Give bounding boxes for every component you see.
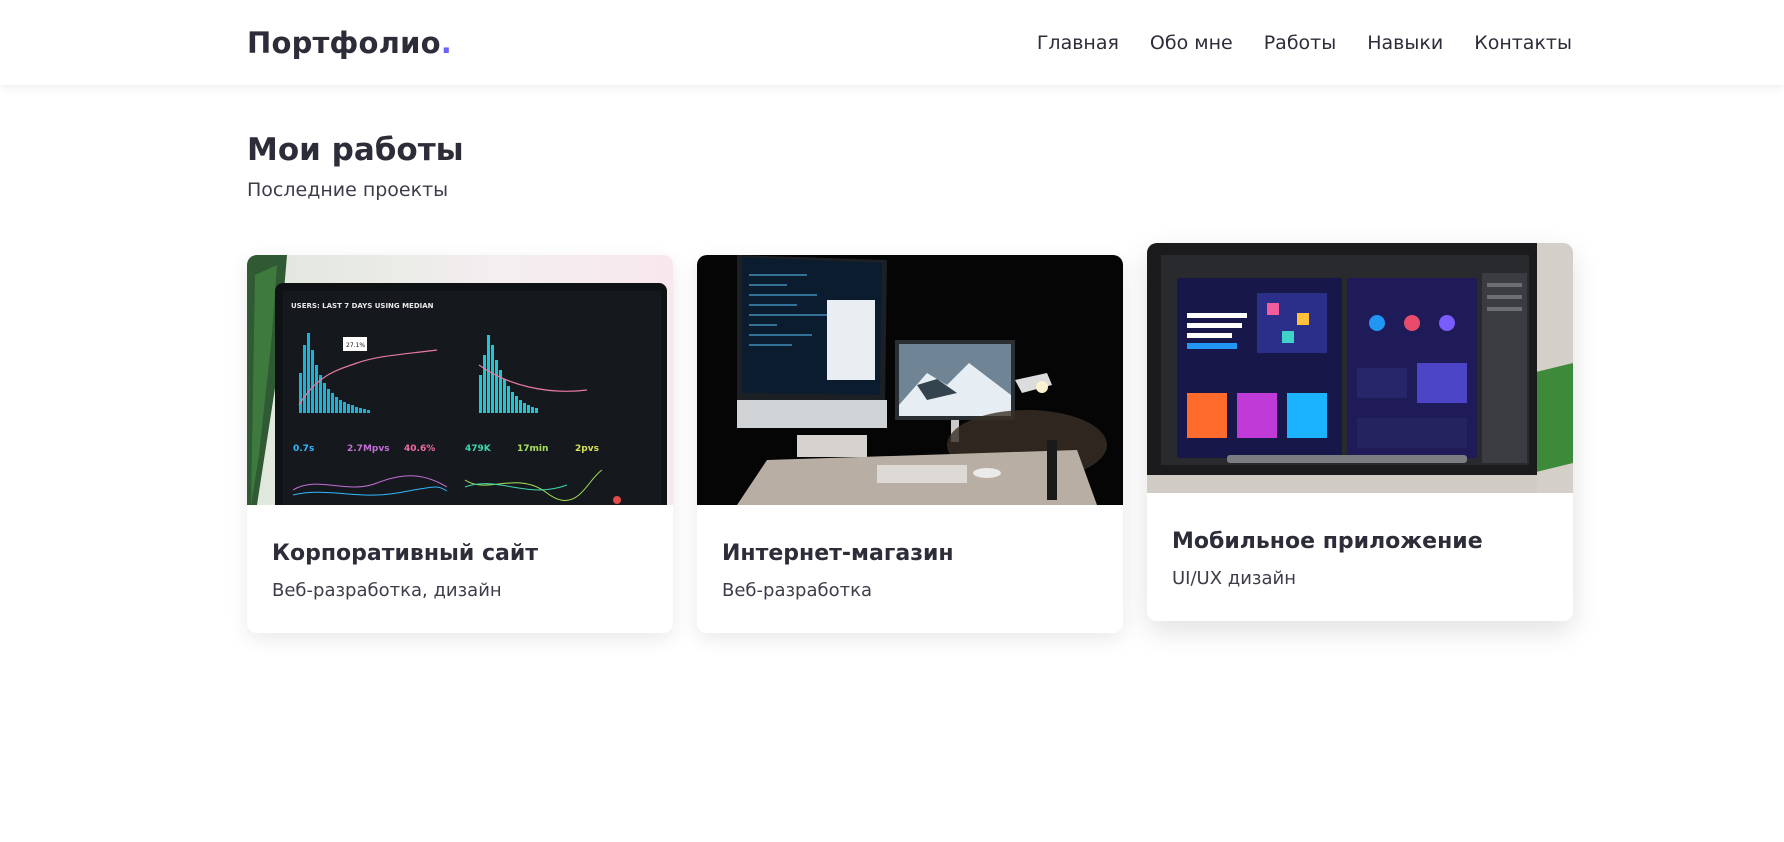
svg-text:40.6%: 40.6% — [404, 444, 435, 454]
project-image-analytics: USERS: LAST 7 DAYS USING MEDIAN 27.1% 0.… — [247, 255, 673, 505]
site-header: Портфолио. Главная Обо мне Работы Навыки… — [0, 0, 1784, 85]
logo-dot: . — [440, 26, 452, 60]
nav-link-about[interactable]: Обо мне — [1150, 32, 1233, 54]
logo-text: Портфолио — [247, 26, 441, 60]
dashboard-heading: USERS: LAST 7 DAYS USING MEDIAN — [291, 302, 434, 310]
project-tags: Веб-разработка, дизайн — [272, 580, 502, 601]
svg-text:0.7s: 0.7s — [293, 444, 314, 454]
section-subtitle: Последние проекты — [247, 179, 449, 201]
card-body: Интернет-магазин Веб-разработка — [697, 505, 1123, 633]
project-tags: Веб-разработка — [722, 580, 873, 601]
card-body: Корпоративный сайт Веб-разработка, дизай… — [247, 505, 673, 633]
logo[interactable]: Портфолио. — [247, 26, 452, 60]
project-image-editor — [1147, 243, 1573, 493]
project-tags: UI/UX дизайн — [1172, 568, 1296, 589]
project-title: Мобильное приложение — [1172, 529, 1483, 554]
project-image-desk — [697, 255, 1123, 505]
nav-link-home[interactable]: Главная — [1037, 32, 1119, 54]
nav-link-skills[interactable]: Навыки — [1367, 32, 1443, 54]
project-title: Интернет-магазин — [722, 541, 954, 566]
svg-text:17min: 17min — [517, 444, 548, 454]
nav-link-works[interactable]: Работы — [1264, 32, 1337, 54]
project-card-mobile[interactable]: Мобильное приложение UI/UX дизайн — [1147, 243, 1573, 621]
nav-link-contacts[interactable]: Контакты — [1474, 32, 1572, 54]
svg-text:2pvs: 2pvs — [575, 444, 599, 454]
card-body: Мобильное приложение UI/UX дизайн — [1147, 493, 1573, 621]
project-card-corporate[interactable]: USERS: LAST 7 DAYS USING MEDIAN 27.1% 0.… — [247, 255, 673, 633]
svg-text:2.7Mpvs: 2.7Mpvs — [347, 444, 390, 454]
project-card-shop[interactable]: Интернет-магазин Веб-разработка — [697, 255, 1123, 633]
section-title: Мои работы — [247, 132, 464, 168]
project-title: Корпоративный сайт — [272, 541, 539, 566]
chart-tooltip: 27.1% — [346, 342, 365, 349]
main-nav: Главная Обо мне Работы Навыки Контакты — [1037, 32, 1572, 54]
svg-text:479K: 479K — [465, 444, 492, 454]
